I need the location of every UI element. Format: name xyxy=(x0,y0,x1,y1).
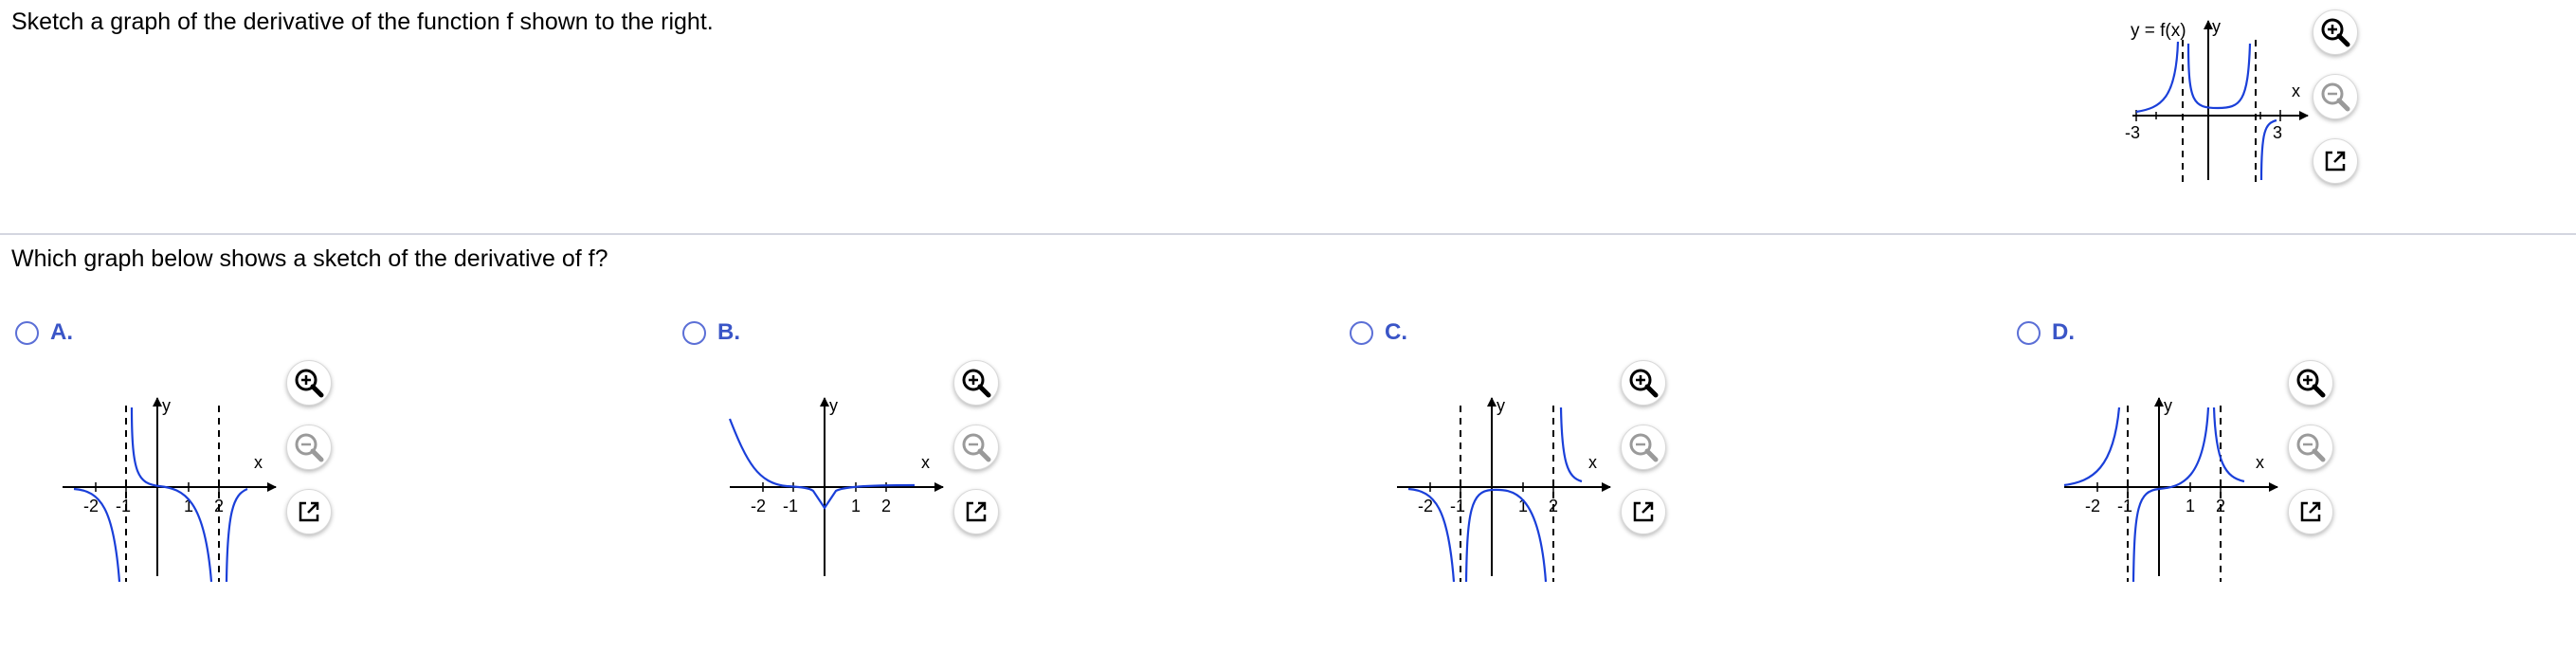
radio-a[interactable] xyxy=(15,320,39,345)
popout-icon xyxy=(2300,501,2321,522)
curve xyxy=(2132,407,2210,583)
tick-label: -2 xyxy=(83,497,99,515)
x-axis-label: x xyxy=(1588,453,1597,472)
tick-label: 3 xyxy=(2273,123,2282,142)
question-prompt: Sketch a graph of the derivative of the … xyxy=(11,9,714,35)
tick-label: -2 xyxy=(751,497,766,515)
zoom-in-icon xyxy=(295,369,324,398)
radio-c[interactable] xyxy=(1350,320,1373,345)
curve xyxy=(1464,488,1548,583)
popout-button[interactable] xyxy=(953,489,999,534)
popout-icon xyxy=(966,501,987,522)
zoom-in-icon xyxy=(1629,369,1659,398)
choice-b-graph: y x -2 -1 1 2 xyxy=(720,356,948,588)
choice-c-graph: y x -2 -1 1 2 xyxy=(1388,356,1615,588)
tick-label: -1 xyxy=(116,497,131,515)
choice-a: A. y x -2 -1 1 2 xyxy=(15,318,394,603)
choice-c: C. y x -2 -1 1 2 xyxy=(1350,318,1729,603)
y-axis-label: y xyxy=(2164,396,2172,415)
tick-label: -1 xyxy=(1450,497,1465,515)
tick-label: -1 xyxy=(2117,497,2132,515)
zoom-in-button[interactable] xyxy=(1621,360,1666,406)
choice-c-option[interactable]: C. xyxy=(1350,318,1407,347)
curve xyxy=(1559,407,1583,483)
zoom-out-button[interactable] xyxy=(953,425,999,470)
zoom-in-icon xyxy=(962,369,991,398)
curve xyxy=(2186,43,2252,110)
x-axis-label: x xyxy=(254,453,263,472)
zoom-in-button[interactable] xyxy=(953,360,999,406)
x-axis-label: x xyxy=(2292,81,2300,100)
curve xyxy=(2212,407,2245,483)
choice-d-label: D. xyxy=(2052,319,2075,345)
y-axis-label: y xyxy=(1497,396,1505,415)
choice-b: B. y x -2 -1 1 2 xyxy=(682,318,1061,603)
choice-d: D. y x -2 -1 1 2 xyxy=(2017,318,2396,603)
x-axis-label: x xyxy=(921,453,930,472)
choice-b-label: B. xyxy=(717,319,740,345)
tick-label: 2 xyxy=(881,497,891,515)
choice-c-tools xyxy=(1621,360,1666,534)
popout-icon xyxy=(1633,501,1654,522)
radio-d[interactable] xyxy=(2017,320,2041,345)
popout-button[interactable] xyxy=(1621,489,1666,534)
curve xyxy=(225,487,248,583)
choice-c-label: C. xyxy=(1385,319,1407,345)
sub-question: Which graph below shows a sketch of the … xyxy=(11,245,608,272)
tick-label: -2 xyxy=(1418,497,1433,515)
y-axis-label: y xyxy=(829,396,838,415)
x-axis-label: x xyxy=(2256,453,2264,472)
choice-b-tools xyxy=(953,360,999,534)
choice-d-option[interactable]: D. xyxy=(2017,318,2075,347)
choice-d-graph: y x -2 -1 1 2 xyxy=(2055,356,2282,588)
popout-icon xyxy=(2325,151,2346,172)
function-label: y = f(x) xyxy=(2131,21,2186,41)
zoom-in-button[interactable] xyxy=(2313,9,2358,55)
choice-a-graph: y x -2 -1 1 2 xyxy=(53,356,281,588)
curve xyxy=(2135,41,2180,114)
y-axis-label: y xyxy=(2212,17,2221,36)
choice-d-tools xyxy=(2288,360,2333,534)
zoom-in-button[interactable] xyxy=(2288,360,2333,406)
tick-label: -3 xyxy=(2125,123,2140,142)
tick-label: 1 xyxy=(2186,497,2195,515)
popout-button[interactable] xyxy=(2288,489,2333,534)
divider xyxy=(0,233,2576,235)
popout-button[interactable] xyxy=(286,489,332,534)
zoom-out-button[interactable] xyxy=(2313,74,2358,119)
zoom-in-icon xyxy=(2296,369,2326,398)
zoom-in-button[interactable] xyxy=(286,360,332,406)
zoom-out-icon xyxy=(2296,433,2326,462)
graph-tools xyxy=(2313,9,2358,184)
zoom-out-icon xyxy=(1629,433,1659,462)
curve xyxy=(728,418,916,510)
choice-a-tools xyxy=(286,360,332,534)
radio-b[interactable] xyxy=(682,320,706,345)
tick-label: -1 xyxy=(783,497,798,515)
curve xyxy=(130,407,213,583)
popout-icon xyxy=(299,501,319,522)
function-graph: y = f(x) y x -3 3 xyxy=(2113,9,2322,194)
popout-button[interactable] xyxy=(2313,138,2358,184)
zoom-out-button[interactable] xyxy=(1621,425,1666,470)
choice-a-option[interactable]: A. xyxy=(15,318,73,347)
curve xyxy=(2063,407,2121,487)
zoom-in-icon xyxy=(2321,18,2350,47)
tick-label: 1 xyxy=(851,497,861,515)
zoom-out-icon xyxy=(962,433,991,462)
zoom-out-icon xyxy=(2321,82,2350,112)
zoom-out-button[interactable] xyxy=(2288,425,2333,470)
tick-label: -2 xyxy=(2085,497,2100,515)
y-axis-label: y xyxy=(162,396,171,415)
zoom-out-icon xyxy=(295,433,324,462)
zoom-out-button[interactable] xyxy=(286,425,332,470)
choice-a-label: A. xyxy=(50,319,73,345)
choice-b-option[interactable]: B. xyxy=(682,318,740,347)
